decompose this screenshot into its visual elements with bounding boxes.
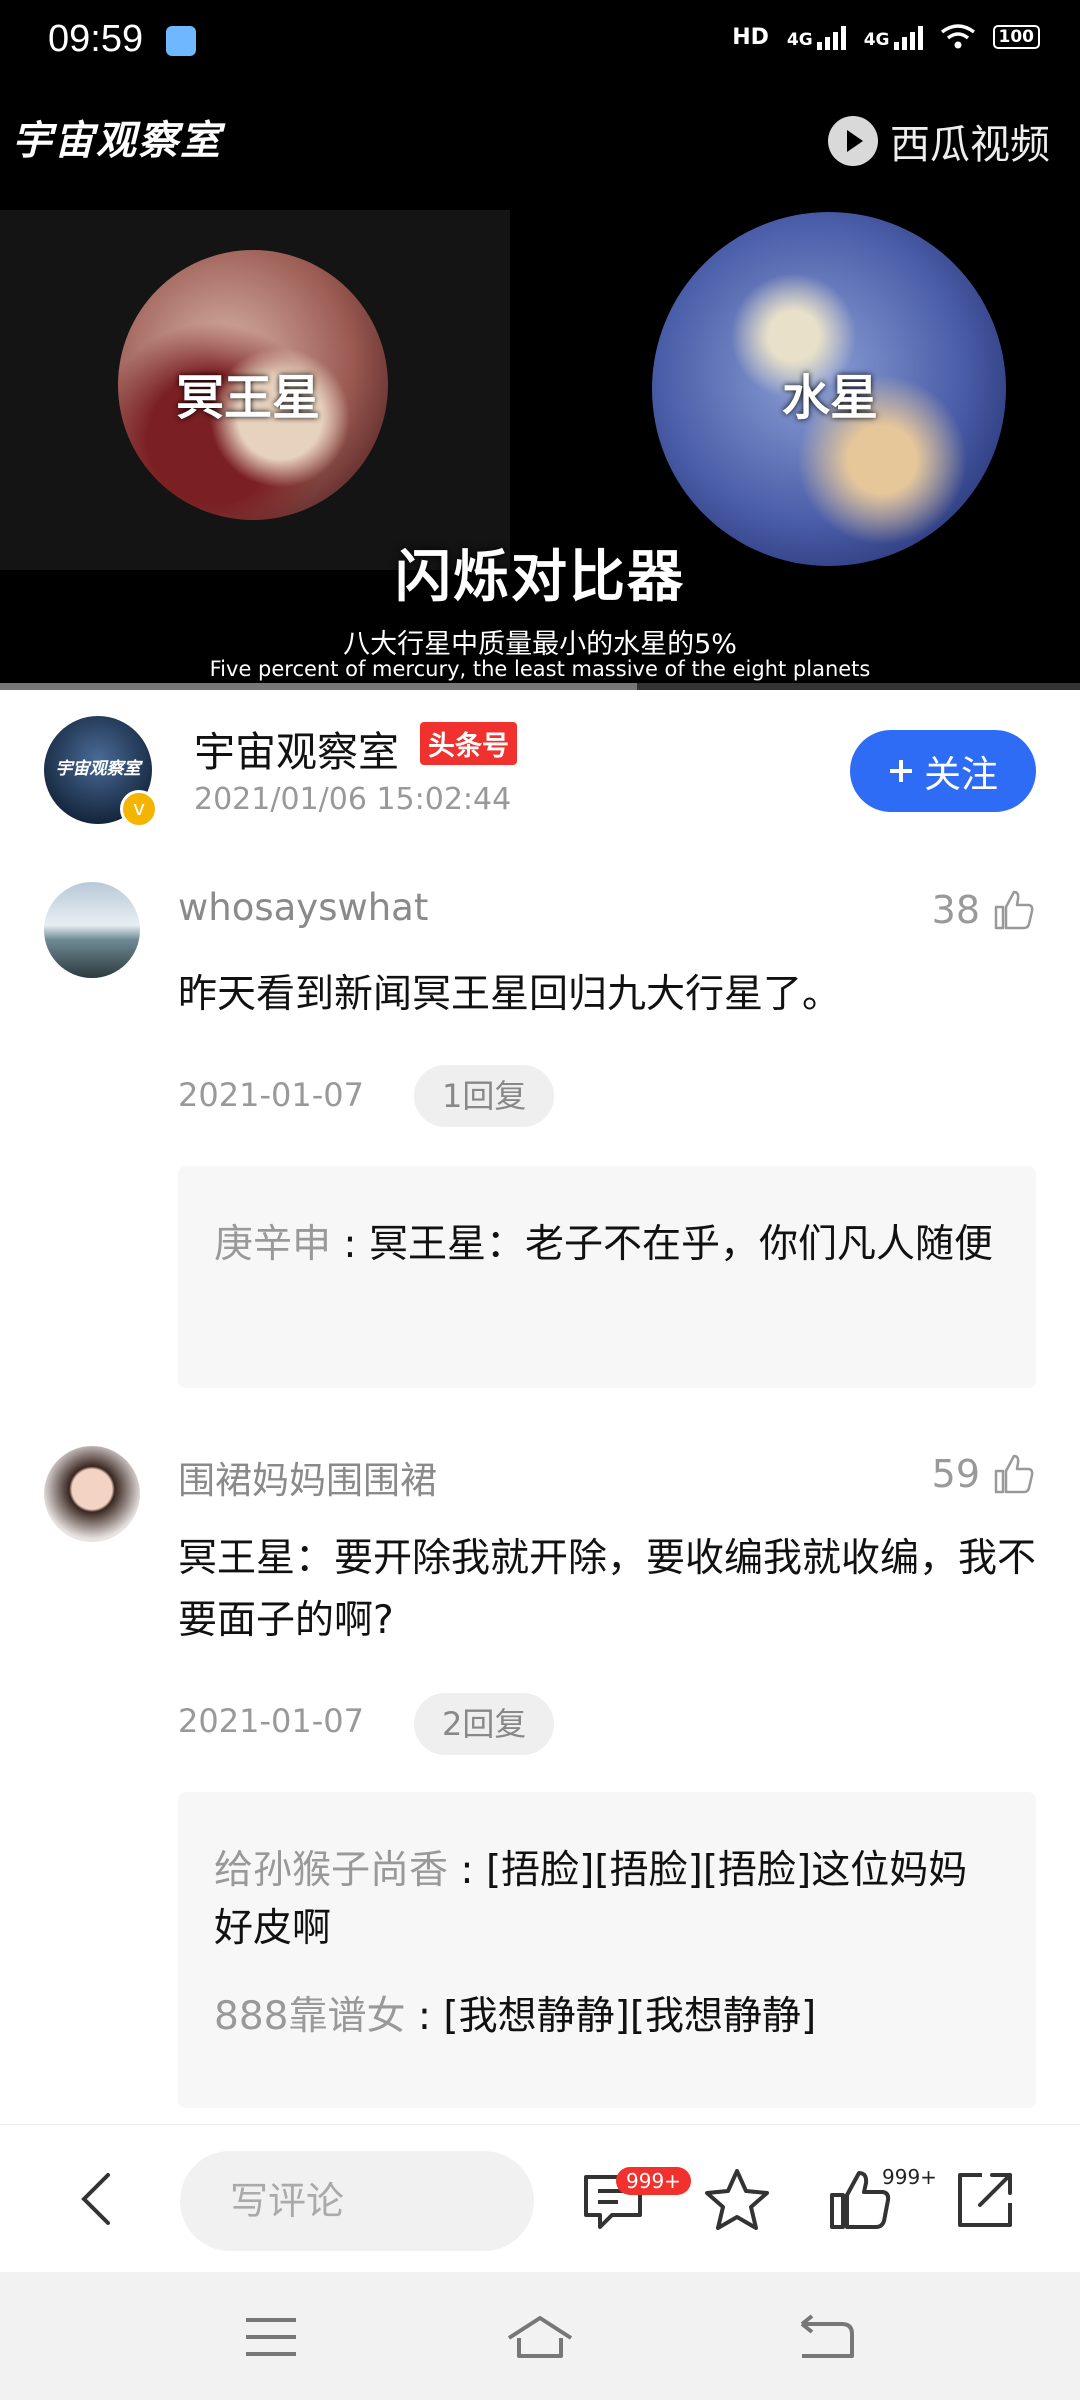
comment-like-count: 38 (931, 888, 980, 932)
publish-datetime: 2021/01/06 15:02:44 (194, 782, 512, 817)
reply-username[interactable]: 庚辛申 (214, 1222, 331, 1267)
status-icons: HD 4G 4G 100 (732, 24, 1040, 50)
comment-date: 2021-01-07 (178, 1076, 364, 1114)
follow-label: 关注 (924, 753, 998, 796)
commenter-avatar[interactable] (44, 1446, 140, 1542)
reply-item: 给孙猴子尚香 : [捂脸][捂脸][捂脸]这位妈妈好皮啊 (214, 1842, 1004, 1958)
publisher-avatar-text: 宇宙观察室 (55, 759, 141, 779)
reply-username[interactable]: 给孙猴子尚香 (214, 1848, 448, 1893)
comment-item: whosayswhat 38 昨天看到新闻冥王星回归九大行星了。 2021-01… (0, 870, 1080, 1390)
comment-date: 2021-01-07 (178, 1702, 364, 1740)
status-bar: 09:59 HD 4G 4G 100 (0, 0, 1080, 84)
verified-badge-icon: v (120, 790, 158, 828)
menu-icon[interactable] (236, 2312, 306, 2362)
signal-icon-1: 4G (787, 24, 846, 50)
follow-button[interactable]: 关注 (850, 730, 1036, 812)
bottom-action-bar: 写评论 999+ 999+ (0, 2124, 1080, 2273)
reply-preview-box[interactable]: 给孙猴子尚香 : [捂脸][捂脸][捂脸]这位妈妈好皮啊 888靠谱女 : [我… (178, 1792, 1036, 2108)
video-subtitle-cn: 八大行星中质量最小的水星的5% (343, 629, 737, 660)
reply-separator: : (417, 1994, 444, 2039)
channel-watermark: 宇宙观察室 (12, 118, 222, 164)
back-icon[interactable] (790, 2312, 860, 2362)
comment-count-badge: 999+ (616, 2167, 691, 2195)
comment-text: 昨天看到新闻冥王星回归九大行星了。 (178, 972, 842, 1017)
share-icon[interactable] (950, 2165, 1020, 2235)
thumb-up-icon (994, 1454, 1034, 1494)
video-player[interactable]: 冥王星 水星 宇宙观察室 西瓜视频 闪烁对比器 八大行星中质量最小的水星的5% … (0, 0, 1080, 690)
reply-separator: : (460, 1848, 486, 1893)
signal-icon-2: 4G (864, 24, 923, 50)
comment-text: 冥王星：要开除我就开除，要收编我就收编，我不要面子的啊? (178, 1536, 1037, 1643)
wifi-icon (940, 24, 975, 49)
comment-username[interactable]: 围裙妈妈围围裙 (178, 1450, 437, 1504)
publisher-tag: 头条号 (420, 722, 517, 765)
comment-username[interactable]: whosayswhat (178, 886, 428, 929)
xigua-logo-icon (828, 116, 878, 166)
publisher-header: 宇宙观察室 v 宇宙观察室 头条号 2021/01/06 15:02:44 关注 (0, 690, 1080, 840)
planet-right-label: 水星 (782, 370, 879, 426)
commenter-avatar[interactable] (44, 882, 140, 978)
status-time: 09:59 (48, 18, 144, 60)
reply-item: 888靠谱女 : [我想静静][我想静静] (214, 1988, 1004, 2046)
comment-like-button[interactable]: 59 (932, 1452, 1036, 1496)
comment-item: 围裙妈妈围围裙 59 冥王星：要开除我就开除，要收编我就收编，我不要面子的啊? … (0, 1436, 1080, 2116)
home-icon[interactable] (505, 2312, 575, 2362)
comment-replies-button[interactable]: 2回复 (414, 1693, 555, 1755)
system-navigation-bar (0, 2272, 1080, 2400)
reply-text: [我想静静][我想静静] (443, 1994, 817, 2039)
publisher-name[interactable]: 宇宙观察室 (194, 718, 399, 778)
reply-text: 冥王星：老子不在乎，你们凡人随便 (368, 1222, 993, 1267)
star-icon[interactable] (702, 2165, 772, 2235)
back-icon[interactable] (68, 2169, 128, 2229)
reply-separator: : (343, 1222, 369, 1267)
comment-like-count: 59 (931, 1452, 980, 1496)
reply-item: 庚辛申 : 冥王星：老子不在乎，你们凡人随便 (214, 1216, 1004, 1274)
comment-like-button[interactable]: 38 (932, 888, 1036, 932)
reply-preview-box[interactable]: 庚辛申 : 冥王星：老子不在乎，你们凡人随便 (178, 1166, 1036, 1388)
battery-icon: 100 (992, 25, 1040, 49)
comment-input[interactable]: 写评论 (180, 2151, 534, 2251)
planet-left-label: 冥王星 (176, 370, 321, 426)
video-title-overlay: 闪烁对比器 (395, 545, 685, 610)
like-count: 999+ (882, 2165, 937, 2189)
platform-watermark: 西瓜视频 (828, 112, 1050, 170)
app-notification-icon (166, 26, 196, 56)
platform-watermark-text: 西瓜视频 (890, 122, 1050, 168)
video-progress-bar[interactable] (0, 683, 1080, 690)
comment-replies-button[interactable]: 1回复 (414, 1065, 555, 1127)
reply-username[interactable]: 888靠谱女 (214, 1994, 405, 2039)
hd-icon: HD (732, 24, 769, 50)
video-buffer-bar (0, 683, 638, 690)
plus-icon (890, 760, 912, 782)
video-subtitle-en: Five percent of mercury, the least massi… (209, 657, 871, 681)
thumb-up-icon (994, 890, 1034, 930)
